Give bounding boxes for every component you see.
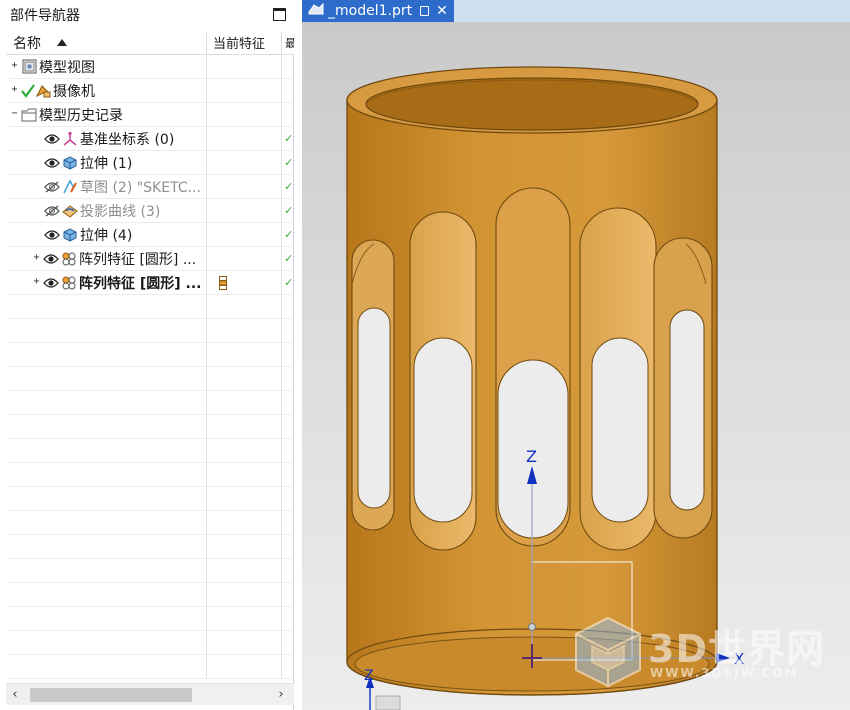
current-feature-icon — [215, 275, 231, 291]
empty-row — [6, 343, 294, 367]
navigator-title: 部件导航器 — [10, 8, 80, 24]
collapse-icon[interactable]: − — [10, 109, 19, 119]
tree-row-projected-curve-3[interactable]: 投影曲线 (3) ✓ — [6, 199, 294, 223]
axis-z2-label: Z — [364, 668, 374, 684]
graphics-window[interactable]: Z X Z 3D世界网 WWW.3DSJW.COM — [302, 22, 850, 710]
tree-row-model-history[interactable]: − 模型历史记录 — [6, 103, 294, 127]
visibility-eye-icon[interactable] — [44, 227, 60, 243]
tree-row-model-views[interactable]: + 模型视图 — [6, 55, 294, 79]
tree-row-sketch-2[interactable]: 草图 (2) "SKETC... ✓ — [6, 175, 294, 199]
column-header-current-feature[interactable]: 当前特征 — [207, 31, 282, 54]
navigator-tree-grid: 名称 当前特征 最 + 模型视图 + 摄像机 − 模型历史记录 基准坐标系 (0… — [6, 31, 294, 682]
empty-row — [6, 631, 294, 655]
empty-row — [6, 559, 294, 583]
tree-row-label: 摄像机 — [53, 83, 95, 100]
up-to-date-check-icon: ✓ — [284, 276, 294, 289]
empty-row — [6, 655, 294, 679]
empty-row — [6, 535, 294, 559]
scroll-right-arrow-icon[interactable]: › — [272, 687, 290, 702]
camera-icon — [35, 83, 51, 99]
pattern-feature-icon — [61, 275, 77, 291]
empty-row — [6, 439, 294, 463]
scrollbar-thumb[interactable] — [30, 688, 192, 702]
expand-icon[interactable]: + — [32, 277, 41, 287]
visibility-eye-icon[interactable] — [44, 131, 60, 147]
grid-header: 名称 当前特征 最 — [6, 31, 294, 55]
expand-icon[interactable]: + — [32, 253, 41, 263]
empty-row — [6, 487, 294, 511]
tree-row-label: 阵列特征 [圆形] ... — [79, 251, 197, 268]
expand-icon[interactable]: + — [10, 61, 19, 71]
tree-rows: + 模型视图 + 摄像机 − 模型历史记录 基准坐标系 (0) ✓ 拉伸 (1)… — [6, 55, 294, 679]
empty-row — [6, 295, 294, 319]
projected-curve-icon — [62, 203, 78, 219]
part-file-icon — [308, 2, 324, 20]
navigator-title-bar: 部件导航器 — [0, 0, 294, 30]
hidden-eye-icon[interactable] — [44, 203, 60, 219]
up-to-date-check-icon: ✓ — [284, 180, 294, 193]
tab-title: _model1.prt — [328, 3, 413, 19]
empty-row — [6, 511, 294, 535]
tree-row-extrude-1[interactable]: 拉伸 (1) ✓ — [6, 151, 294, 175]
model-views-icon — [21, 59, 37, 75]
scroll-left-arrow-icon[interactable]: ‹ — [6, 687, 24, 702]
tree-row-extrude-4[interactable]: 拉伸 (4) ✓ — [6, 223, 294, 247]
empty-row — [6, 415, 294, 439]
watermark: 3D世界网 WWW.3DSJW.COM — [570, 614, 840, 694]
tree-row-label: 草图 (2) "SKETC... — [80, 179, 201, 196]
part-model-canvas: Z X Z — [346, 66, 744, 710]
pattern-feature-icon — [61, 251, 77, 267]
tree-row-camera[interactable]: + 摄像机 — [6, 79, 294, 103]
checkmark-icon — [21, 83, 35, 99]
extrude-icon — [62, 155, 78, 171]
empty-row — [6, 391, 294, 415]
empty-row — [6, 367, 294, 391]
maximize-icon[interactable] — [273, 8, 286, 21]
empty-row — [6, 319, 294, 343]
tree-row-label: 模型历史记录 — [39, 107, 123, 124]
visibility-eye-icon[interactable] — [43, 275, 59, 291]
tree-row-label: 基准坐标系 (0) — [80, 131, 175, 148]
column-header-name[interactable]: 名称 — [6, 31, 207, 54]
part-navigator-panel: 部件导航器 名称 当前特征 最 + 模型视图 + 摄像机 − 模型历史记录 基准… — [0, 0, 294, 710]
watermark-text: 3D世界网 — [648, 627, 825, 671]
datum-csys-icon — [62, 131, 78, 147]
sort-ascending-icon — [57, 39, 67, 46]
document-tab-bar: _model1.prt ✕ — [302, 0, 850, 22]
up-to-date-check-icon: ✓ — [284, 132, 294, 145]
tree-row-pattern-feature-2[interactable]: + 阵列特征 [圆形] ... ✓ — [6, 271, 294, 295]
up-to-date-check-icon: ✓ — [284, 204, 294, 217]
column-header-third[interactable]: 最 — [282, 31, 294, 54]
tree-row-label: 拉伸 (1) — [80, 155, 133, 172]
tree-row-label: 拉伸 (4) — [80, 227, 133, 244]
empty-row — [6, 583, 294, 607]
tree-row-label: 模型视图 — [39, 59, 95, 76]
watermark-url: WWW.3DSJW.COM — [650, 666, 799, 680]
tree-row-datum-csys[interactable]: 基准坐标系 (0) ✓ — [6, 127, 294, 151]
tab-model1-prt[interactable]: _model1.prt ✕ — [302, 0, 454, 22]
extrude-icon — [62, 227, 78, 243]
expand-icon[interactable]: + — [10, 85, 19, 95]
visibility-eye-icon[interactable] — [44, 155, 60, 171]
horizontal-scrollbar[interactable]: ‹ › — [6, 683, 294, 705]
tree-row-label: 投影曲线 (3) — [80, 203, 161, 220]
sketch-icon — [62, 178, 78, 195]
tree-row-label: 阵列特征 [圆形] ... — [79, 275, 202, 292]
empty-row — [6, 607, 294, 631]
hidden-eye-icon[interactable] — [44, 179, 60, 195]
up-to-date-check-icon: ✓ — [284, 252, 294, 265]
close-tab-icon[interactable]: ✕ — [436, 3, 448, 19]
tree-row-pattern-feature-1[interactable]: + 阵列特征 [圆形] ... ✓ — [6, 247, 294, 271]
up-to-date-check-icon: ✓ — [284, 228, 294, 241]
restore-window-icon[interactable] — [420, 6, 430, 16]
watermark-cube-icon — [575, 616, 641, 688]
visibility-eye-icon[interactable] — [43, 251, 59, 267]
folder-icon — [21, 107, 37, 123]
axis-z-label: Z — [526, 447, 537, 466]
empty-row — [6, 463, 294, 487]
up-to-date-check-icon: ✓ — [284, 156, 294, 169]
